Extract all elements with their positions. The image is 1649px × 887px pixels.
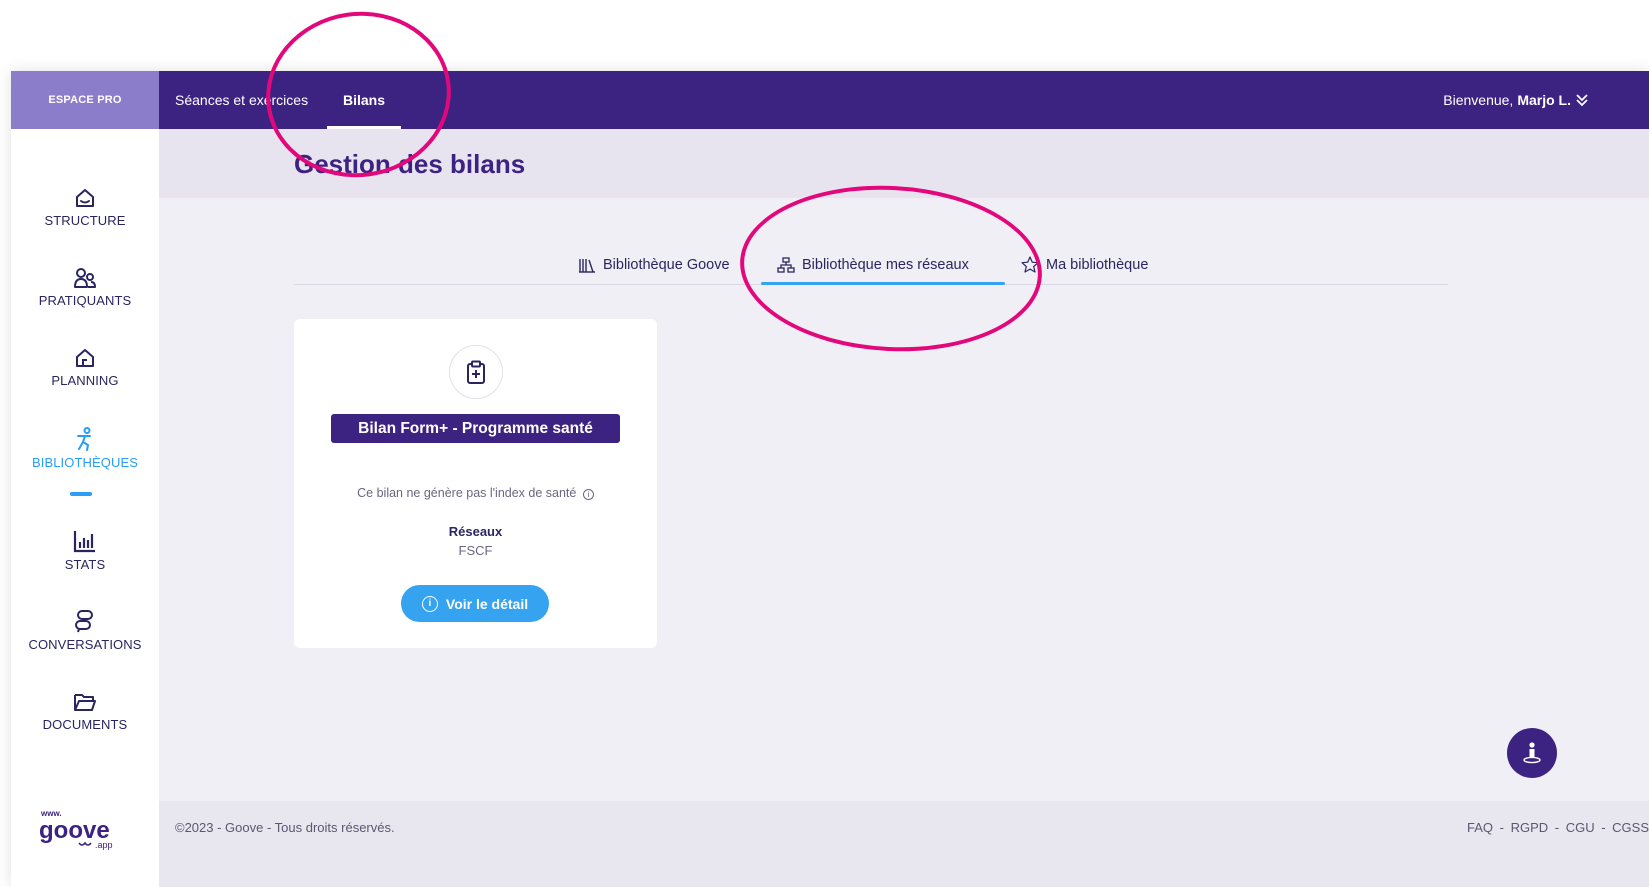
voir-detail-label: Voir le détail bbox=[445, 595, 529, 612]
info-icon[interactable]: i bbox=[582, 489, 594, 500]
nav-seances-exercices[interactable]: Séances et exercices bbox=[175, 71, 308, 129]
tab-active-underline bbox=[761, 282, 1005, 285]
double-chevron-down-icon[interactable] bbox=[1575, 93, 1589, 107]
espace-pro-label: ESPACE PRO bbox=[11, 71, 159, 129]
top-navigation-bar: ESPACE PRO Séances et exercices Bilans B… bbox=[11, 71, 1649, 129]
sidebar-item-label: BIBLIOTHÈQUES bbox=[31, 455, 139, 470]
person-help-icon bbox=[1523, 742, 1541, 764]
structure-house-icon bbox=[76, 189, 94, 207]
goove-logo: www. goove .app bbox=[39, 809, 113, 850]
sidebar-item-label: STATS bbox=[64, 557, 106, 572]
star-icon bbox=[1021, 256, 1039, 273]
card-title: Bilan Form+ - Programme santé bbox=[331, 414, 620, 443]
users-icon bbox=[74, 268, 96, 288]
user-welcome[interactable]: Bienvenue, Marjo L. bbox=[1443, 71, 1571, 129]
card-icon-wrapper bbox=[449, 345, 503, 399]
sidebar-item-bibliotheques[interactable]: BIBLIOTHÈQUES bbox=[11, 427, 159, 470]
info-circle-icon: i bbox=[421, 595, 438, 612]
footer: ©2023 - Goove - Tous droits réservés. FA… bbox=[159, 801, 1649, 887]
networks-value: FSCF bbox=[458, 543, 493, 558]
sidebar-item-label: STRUCTURE bbox=[44, 213, 126, 228]
sidebar-item-structure[interactable]: STRUCTURE bbox=[11, 187, 159, 228]
chat-icon bbox=[75, 610, 93, 633]
sidebar-item-stats[interactable]: STATS bbox=[11, 529, 159, 572]
sidebar-item-planning[interactable]: PLANNING bbox=[11, 347, 159, 388]
app-window: ESPACE PRO Séances et exercices Bilans B… bbox=[11, 71, 1649, 887]
sidebar-item-label: PLANNING bbox=[51, 373, 119, 388]
clipboard-plus-icon bbox=[467, 360, 485, 384]
tab-label: Bibliothèque mes réseaux bbox=[802, 256, 969, 273]
runner-icon bbox=[77, 427, 91, 451]
sidebar-item-pratiquants[interactable]: PRATIQUANTS bbox=[11, 267, 159, 308]
card-note-text: Ce bilan ne génère pas l'index de santé bbox=[357, 486, 577, 500]
planning-house-icon bbox=[76, 349, 94, 367]
folder-icon bbox=[74, 694, 96, 711]
card-note: Ce bilan ne génère pas l'index de santé … bbox=[294, 486, 657, 500]
help-button[interactable] bbox=[1507, 728, 1557, 778]
tab-label: Bibliothèque Goove bbox=[603, 256, 730, 273]
footer-links[interactable]: FAQ - RGPD - CGU - CGSS bbox=[1467, 820, 1649, 835]
copyright-text: ©2023 - Goove - Tous droits réservés. bbox=[175, 820, 395, 835]
bar-chart-icon bbox=[73, 531, 95, 553]
tab-bibliotheque-goove[interactable]: Bibliothèque Goove bbox=[578, 244, 730, 285]
sidebar: STRUCTURE PRATIQUANTS PLANNING BIBLIOTHÈ… bbox=[11, 129, 159, 887]
sidebar-item-label: CONVERSATIONS bbox=[28, 637, 142, 652]
network-icon bbox=[777, 256, 795, 273]
logo-suffix: .app bbox=[95, 840, 113, 850]
tab-label: Ma bibliothèque bbox=[1046, 256, 1149, 273]
nav-bilans-label: Bilans bbox=[343, 92, 386, 108]
user-name: Marjo L. bbox=[1517, 92, 1571, 108]
page-title: Gestion des bilans bbox=[294, 149, 526, 179]
sidebar-item-conversations[interactable]: CONVERSATIONS bbox=[11, 609, 159, 652]
sidebar-item-documents[interactable]: DOCUMENTS bbox=[11, 691, 159, 732]
tab-ma-bibliotheque[interactable]: Ma bibliothèque bbox=[1021, 244, 1148, 285]
nav-bilans[interactable]: Bilans bbox=[327, 71, 402, 129]
tab-bibliotheque-mes-reseaux[interactable]: Bibliothèque mes réseaux bbox=[777, 244, 969, 285]
page-header: Gestion des bilans bbox=[159, 129, 1649, 198]
networks-label: Réseaux bbox=[448, 524, 503, 539]
sidebar-active-indicator bbox=[70, 492, 92, 496]
library-tabs: Bibliothèque Goove Bibliothèque mes rése… bbox=[294, 244, 1448, 285]
sidebar-item-label: PRATIQUANTS bbox=[38, 293, 132, 308]
books-icon bbox=[579, 258, 595, 273]
welcome-prefix: Bienvenue, bbox=[1443, 92, 1514, 108]
voir-detail-button[interactable]: i Voir le détail bbox=[401, 585, 549, 622]
bilan-card: Bilan Form+ - Programme santé Ce bilan n… bbox=[294, 319, 657, 648]
sidebar-item-label: DOCUMENTS bbox=[42, 717, 128, 732]
